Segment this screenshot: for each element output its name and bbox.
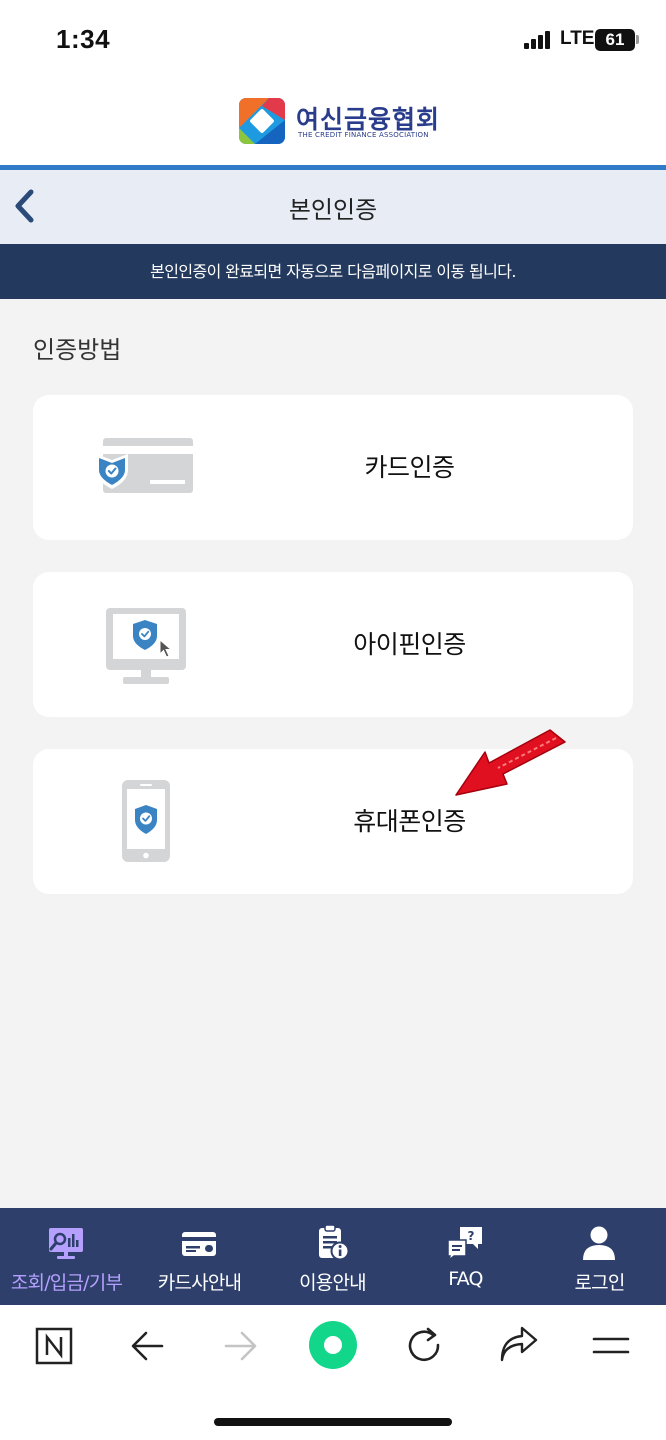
menu-icon[interactable] [583, 1320, 639, 1372]
forward-arrow-icon[interactable] [212, 1320, 268, 1372]
red-arrow-icon [455, 729, 566, 796]
notice-text: 본인인증이 완료되면 자동으로 다음페이지로 이동 됩니다. [150, 262, 516, 281]
home-indicator [214, 1418, 452, 1426]
nav-label-login: 로그인 [574, 1272, 625, 1294]
monitor-shield-icon [106, 608, 186, 684]
status-time: 1:34 [56, 24, 111, 54]
svg-text:?: ? [468, 1229, 475, 1243]
battery-cap [636, 35, 639, 44]
phone-auth-label: 휴대폰인증 [353, 807, 466, 836]
phone-shield-icon [122, 780, 170, 862]
green-dot-icon[interactable] [305, 1317, 361, 1373]
card-auth-button[interactable]: 카드인증 [33, 395, 633, 540]
nav-label-guide: 이용안내 [299, 1272, 367, 1294]
status-bar: 1:34 LTE 61 [0, 0, 666, 80]
logo-icon[interactable] [239, 98, 285, 144]
nav-item-card-companies[interactable]: 카드사안내 [133, 1208, 266, 1305]
page-title: 본인인증 [288, 196, 378, 224]
network-type: LTE [560, 28, 595, 49]
ipin-auth-label: 아이핀인증 [353, 630, 466, 659]
signal-icon [524, 31, 552, 49]
share-icon[interactable] [490, 1320, 546, 1372]
clipboard-info-icon [319, 1224, 350, 1261]
faq-chat-icon: ? [447, 1227, 482, 1262]
back-arrow-icon[interactable] [120, 1320, 176, 1372]
logo-subtitle: THE CREDIT FINANCE ASSOCIATION [298, 131, 429, 139]
card-icon [182, 1232, 216, 1256]
user-icon [583, 1226, 615, 1260]
nav-item-inquiry[interactable]: 조회/입금/기부 [0, 1208, 133, 1305]
nav-item-faq[interactable]: ? FAQ [399, 1208, 532, 1305]
ipin-auth-button[interactable]: 아이핀인증 [33, 572, 633, 717]
naver-icon[interactable] [26, 1320, 82, 1372]
chart-search-icon [49, 1228, 83, 1259]
nav-label-card-companies: 카드사안내 [157, 1272, 242, 1294]
section-title: 인증방법 [33, 336, 122, 364]
card-shield-icon [96, 438, 193, 493]
nav-label-faq: FAQ [448, 1268, 483, 1290]
nav-item-guide[interactable]: 이용안내 [266, 1208, 399, 1305]
nav-item-login[interactable]: 로그인 [533, 1208, 666, 1305]
battery-icon: 61 [595, 29, 635, 51]
reload-icon[interactable] [397, 1320, 453, 1372]
card-auth-label: 카드인증 [364, 453, 455, 482]
nav-label-inquiry: 조회/입금/기부 [10, 1272, 123, 1294]
